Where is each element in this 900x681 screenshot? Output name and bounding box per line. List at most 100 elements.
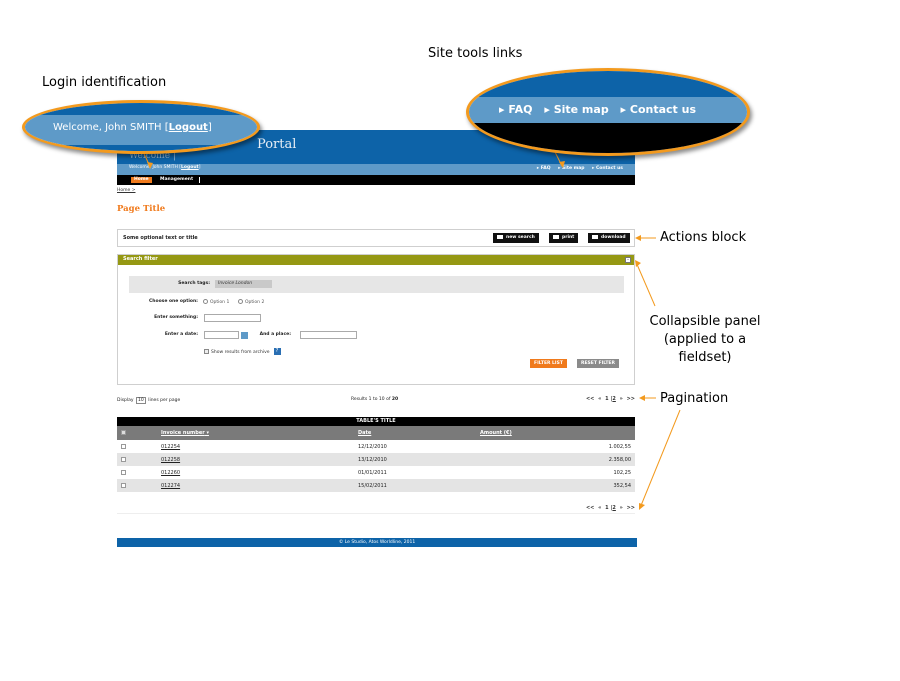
contact-us-link[interactable]: ▸ Contact us — [592, 166, 623, 171]
row-date: 12/12/2010 — [358, 444, 387, 450]
collapse-icon[interactable]: - — [625, 257, 631, 263]
calendar-icon[interactable] — [241, 332, 248, 339]
row-amount: 352,54 — [613, 483, 632, 489]
place-label: And a place: — [259, 332, 291, 337]
portal-logo: Portal — [257, 137, 297, 152]
filter-header[interactable]: Search filter - — [118, 255, 634, 265]
nav-home[interactable]: Home — [131, 177, 152, 183]
zoom-site-map-link[interactable]: ▸ Site map — [544, 103, 608, 116]
site-map-link[interactable]: ▸ Site map — [558, 166, 584, 171]
table-header: Invoice number ▾ Date Amount (€) — [117, 426, 635, 440]
something-label: Enter something: — [154, 315, 198, 320]
invoice-table: TABLE'S TITLE Invoice number ▾ Date Amou… — [117, 417, 635, 492]
select-all-checkbox[interactable] — [121, 430, 126, 435]
page-1-link[interactable]: 1 — [605, 505, 608, 511]
lines-per-page-select[interactable]: 10 — [136, 397, 146, 404]
col-amount[interactable]: Amount (€) — [480, 430, 512, 436]
zoom-logout-link[interactable]: Logout — [169, 122, 208, 133]
annotation-pagination: Pagination — [660, 391, 729, 406]
invoice-link[interactable]: 012274 — [161, 483, 180, 489]
table-row: 012260 01/01/2011 102,25 — [117, 466, 635, 479]
page-title: Page Title — [117, 204, 166, 214]
next-page-link[interactable]: » — [620, 396, 623, 402]
filter-title: Search filter — [123, 256, 158, 262]
invoice-link[interactable]: 012258 — [161, 457, 180, 463]
table-row: 012274 15/02/2011 352,54 — [117, 479, 635, 492]
invoice-link[interactable]: 012260 — [161, 470, 180, 476]
pager-bottom: << « 1 |2 » >> — [585, 505, 635, 511]
page-1-link[interactable]: 1 — [605, 396, 608, 402]
first-page-link[interactable]: << — [586, 505, 594, 511]
something-input[interactable] — [204, 314, 261, 322]
site-tools-zoom-callout: ▸ FAQ ▸ Site map ▸ Contact us — [466, 68, 750, 156]
option2-radio[interactable]: Option 2 — [238, 299, 264, 305]
annotation-actions: Actions block — [660, 230, 747, 245]
place-input[interactable] — [300, 331, 357, 339]
search-tags-label: Search tags: — [178, 281, 210, 286]
faq-link[interactable]: ▸ FAQ — [537, 166, 551, 171]
page-footer: © Le Studio, Atos Worldline, 2011 — [117, 538, 637, 547]
tools-bar: Welcome, John SMITH [Logout] ▸ FAQ ▸ Sit… — [117, 164, 635, 175]
archive-checkbox[interactable]: Show results from archive? — [204, 348, 281, 355]
filter-list-button[interactable]: FILTER LIST — [530, 359, 567, 368]
table-row: 012258 13/12/2010 2.358,00 — [117, 453, 635, 466]
breadcrumb[interactable]: Home > — [117, 188, 136, 193]
search-tags-row: Search tags: Invoice London — [129, 276, 624, 293]
search-filter-panel: Search filter - Search tags: Invoice Lon… — [117, 254, 635, 385]
reset-filter-button[interactable]: RESET FILTER — [577, 359, 619, 368]
envelope-icon — [497, 234, 503, 239]
page-2-link[interactable]: 2 — [612, 396, 615, 402]
col-invoice-number[interactable]: Invoice number ▾ — [161, 430, 209, 436]
row-date: 01/01/2011 — [358, 470, 387, 476]
zoom-welcome: Welcome, John SMITH [Logout] — [53, 122, 212, 133]
help-icon[interactable]: ? — [273, 348, 281, 355]
prev-page-link[interactable]: « — [598, 505, 601, 511]
actions-block: Some optional text or title new search p… — [117, 229, 635, 247]
pager: << « 1 |2 » >> — [585, 396, 635, 402]
download-icon — [592, 234, 598, 239]
row-amount: 102,25 — [613, 470, 632, 476]
row-amount: 2.358,00 — [608, 457, 631, 463]
pagination-bottom: << « 1 |2 » >> — [117, 502, 635, 514]
annotation-site-tools: Site tools links — [428, 46, 523, 61]
main-nav: Home Management — [117, 175, 635, 185]
option1-radio[interactable]: Option 1 — [203, 299, 229, 305]
zoom-site-tools: ▸ FAQ ▸ Site map ▸ Contact us — [499, 103, 696, 116]
login-zoom-callout: Welcome, John SMITH [Logout] — [22, 100, 260, 154]
printer-icon — [553, 234, 559, 239]
last-page-link[interactable]: >> — [627, 505, 635, 511]
annotation-collapsible: Collapsible panel (applied to a fieldset… — [649, 314, 761, 365]
next-page-link[interactable]: » — [620, 505, 623, 511]
row-checkbox[interactable] — [121, 483, 126, 488]
welcome-text: Welcome, John SMITH — [129, 165, 178, 170]
results-count: Results 1 to 10 of 20 — [351, 397, 399, 402]
site-tools: ▸ FAQ ▸ Site map ▸ Contact us — [531, 166, 623, 171]
row-date: 15/02/2011 — [358, 483, 387, 489]
row-checkbox[interactable] — [121, 444, 126, 449]
page-2-link[interactable]: 2 — [612, 505, 615, 511]
first-page-link[interactable]: << — [586, 396, 594, 402]
search-tag-chip[interactable]: Invoice London — [215, 280, 272, 288]
last-page-link[interactable]: >> — [627, 396, 635, 402]
annotation-login: Login identification — [42, 75, 167, 90]
nav-management[interactable]: Management — [157, 177, 201, 183]
prev-page-link[interactable]: « — [598, 396, 601, 402]
row-checkbox[interactable] — [121, 470, 126, 475]
table-row: 012254 12/12/2010 1.002,55 — [117, 440, 635, 453]
date-label: Enter a date: — [164, 332, 198, 337]
row-amount: 1.002,55 — [608, 444, 631, 450]
zoom-faq-link[interactable]: ▸ FAQ — [499, 103, 532, 116]
table-title: TABLE'S TITLE — [117, 417, 635, 426]
actions-text: Some optional text or title — [123, 235, 198, 241]
pagination-top: Display 10 lines per page Results 1 to 1… — [117, 395, 635, 405]
invoice-link[interactable]: 012254 — [161, 444, 180, 450]
zoom-contact-link[interactable]: ▸ Contact us — [621, 103, 697, 116]
download-button[interactable]: download — [588, 233, 630, 243]
date-input[interactable] — [204, 331, 239, 339]
option-label: Choose one option: — [148, 299, 198, 304]
col-date[interactable]: Date — [358, 430, 371, 436]
new-search-button[interactable]: new search — [493, 233, 539, 243]
row-checkbox[interactable] — [121, 457, 126, 462]
logout-link[interactable]: Logout — [181, 165, 199, 170]
print-button[interactable]: print — [549, 233, 579, 243]
